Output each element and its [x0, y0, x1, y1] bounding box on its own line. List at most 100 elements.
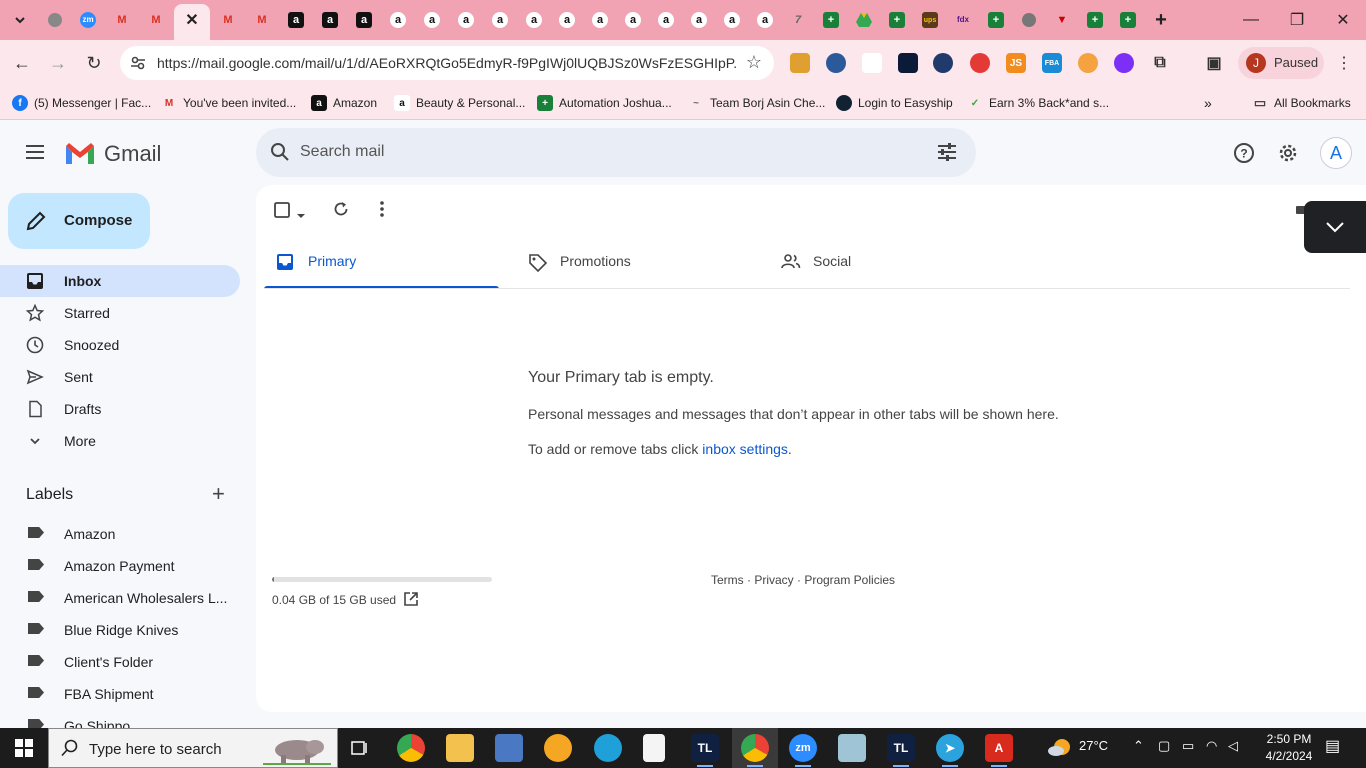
bookmark-item[interactable]: a Beauty & Personal...	[394, 93, 525, 113]
tab-amazon-icon[interactable]: a	[386, 8, 410, 32]
select-checkbox[interactable]	[274, 202, 290, 223]
weather-icon[interactable]	[1046, 734, 1074, 762]
url-text[interactable]: https://mail.google.com/mail/u/1/d/AEoRX…	[157, 55, 737, 71]
tab-site-icon[interactable]: 7	[786, 8, 810, 32]
more-bookmarks-icon[interactable]: »	[1204, 93, 1212, 113]
tab-amazon-icon[interactable]: a	[454, 8, 478, 32]
telegram-icon[interactable]: ➤	[936, 734, 964, 767]
extension-icon[interactable]	[862, 53, 882, 73]
fba-extension-icon[interactable]: FBA	[1042, 53, 1062, 73]
tab-gmail-icon[interactable]: M	[144, 8, 168, 32]
taskbar-clock[interactable]: 2:50 PM 4/2/2024	[1258, 731, 1320, 765]
more-options-icon[interactable]	[374, 199, 390, 224]
bookmark-item[interactable]: M You've been invited...	[161, 93, 296, 113]
search-options-icon[interactable]	[936, 141, 958, 163]
tab-gmail-icon[interactable]: M	[250, 8, 274, 32]
main-menu-icon[interactable]	[22, 141, 50, 165]
tab-amazon-icon[interactable]: a	[488, 8, 512, 32]
tl-app-icon[interactable]: TL	[691, 734, 719, 767]
profile-button[interactable]: J Paused	[1238, 47, 1324, 79]
tab-amazon-icon[interactable]: a	[588, 8, 612, 32]
tab-amazon-icon[interactable]: a	[318, 8, 342, 32]
tab-sheets-icon[interactable]: +	[819, 8, 843, 32]
tab-fedex-icon[interactable]: fdx	[951, 8, 975, 32]
tab-amazon-icon[interactable]: a	[522, 8, 546, 32]
reload-icon[interactable]: ↻	[79, 48, 109, 78]
tab-amazon-icon[interactable]: a	[555, 8, 579, 32]
tab-amazon-icon[interactable]: a	[352, 8, 376, 32]
address-bar[interactable]: https://mail.google.com/mail/u/1/d/AEoRX…	[120, 46, 774, 80]
tab-gmail-icon[interactable]: M	[110, 8, 134, 32]
sidebar-item-starred[interactable]: Starred	[0, 297, 240, 329]
js-extension-icon[interactable]: JS	[1006, 53, 1026, 73]
tab-primary[interactable]: Primary	[264, 247, 499, 289]
label-item[interactable]: FBA Shipment	[0, 677, 240, 709]
sidebar-item-more[interactable]: More	[0, 425, 240, 457]
label-item[interactable]: Amazon Payment	[0, 549, 240, 581]
tab-amazon-icon[interactable]: a	[687, 8, 711, 32]
chrome-menu-icon[interactable]: ⋮	[1329, 48, 1359, 78]
wifi-icon[interactable]: ◠	[1206, 738, 1217, 754]
back-icon[interactable]: ←	[7, 48, 37, 78]
notifications-icon[interactable]: ▤	[1325, 736, 1340, 756]
refresh-icon[interactable]	[332, 200, 350, 223]
tab-drive-icon[interactable]	[852, 8, 876, 32]
side-panel-icon[interactable]: ▣	[1204, 53, 1224, 73]
pdf-app-icon[interactable]: A	[985, 734, 1013, 767]
task-view-icon[interactable]	[346, 734, 374, 762]
tab-amazon-icon[interactable]: a	[284, 8, 308, 32]
taskbar-search[interactable]: Type here to search	[48, 728, 338, 768]
sidebar-item-snoozed[interactable]: Snoozed	[0, 329, 240, 361]
bookmark-item[interactable]: a Amazon	[311, 93, 377, 113]
bookmark-item[interactable]: ✓ Earn 3% Back*and s...	[967, 93, 1109, 113]
extension-icon[interactable]	[790, 53, 810, 73]
edge-icon[interactable]	[594, 734, 622, 762]
chrome-app-icon[interactable]	[397, 734, 425, 762]
sidebar-item-inbox[interactable]: Inbox	[0, 265, 240, 297]
gmail-logo[interactable]: Gmail	[64, 140, 161, 168]
window-close-icon[interactable]: ✕	[1320, 0, 1366, 40]
zoom-app-icon[interactable]: zm	[789, 734, 817, 767]
label-item[interactable]: Amazon	[0, 517, 240, 549]
tab-sheets-icon[interactable]: +	[885, 8, 909, 32]
meet-now-icon[interactable]: ▢	[1158, 738, 1170, 754]
tab-amazon-icon[interactable]: a	[654, 8, 678, 32]
extension-icon[interactable]	[1078, 53, 1098, 73]
tab-amazon-icon[interactable]: a	[720, 8, 744, 32]
label-item[interactable]: American Wholesalers L...	[0, 581, 240, 613]
open-in-new-icon[interactable]	[403, 591, 419, 612]
restore-icon[interactable]: ❐	[1274, 0, 1320, 40]
bookmark-item[interactable]: Login to Easyship	[836, 93, 953, 113]
bookmark-star-icon[interactable]: ☆	[746, 52, 762, 73]
app-icon[interactable]	[495, 734, 523, 762]
tab-social[interactable]: Social	[769, 247, 1004, 289]
sidebar-item-drafts[interactable]: Drafts	[0, 393, 240, 425]
search-input[interactable]	[300, 140, 900, 164]
volume-icon[interactable]: ◁	[1228, 738, 1238, 754]
tab-sheets-icon[interactable]: +	[984, 8, 1008, 32]
file-icon[interactable]	[643, 734, 665, 762]
chrome-app-icon[interactable]	[741, 734, 769, 767]
tab-ups-icon[interactable]: ups	[918, 8, 942, 32]
tab-amazon-icon[interactable]: a	[753, 8, 777, 32]
tab-site-icon[interactable]: ▼	[1050, 8, 1074, 32]
add-label-icon[interactable]: +	[212, 483, 225, 505]
inbox-settings-link[interactable]: inbox settings	[702, 441, 788, 457]
label-item[interactable]: Go Shippo	[0, 709, 240, 728]
temperature[interactable]: 27°C	[1079, 738, 1108, 753]
extensions-puzzle-icon[interactable]: ⧉	[1150, 53, 1170, 73]
pokeball-extension-icon[interactable]	[970, 53, 990, 73]
forward-icon[interactable]: →	[43, 48, 73, 78]
bookmark-item[interactable]: ~ Team Borj Asin Che...	[688, 93, 825, 113]
bookmark-item[interactable]: f (5) Messenger | Fac...	[12, 93, 151, 113]
tab-zoom-icon[interactable]: zm	[76, 8, 100, 32]
settings-gear-icon[interactable]	[1274, 139, 1302, 167]
tab-amazon-icon[interactable]: a	[420, 8, 444, 32]
minimize-icon[interactable]: —	[1228, 0, 1274, 40]
tab-globe-icon[interactable]	[1017, 8, 1041, 32]
account-avatar[interactable]: A	[1320, 137, 1352, 169]
battery-icon[interactable]: ▭	[1182, 738, 1194, 754]
search-icon[interactable]	[270, 142, 290, 162]
tab-sheets-icon[interactable]: +	[1116, 8, 1140, 32]
tab-close-icon[interactable]: ✕	[180, 8, 204, 32]
